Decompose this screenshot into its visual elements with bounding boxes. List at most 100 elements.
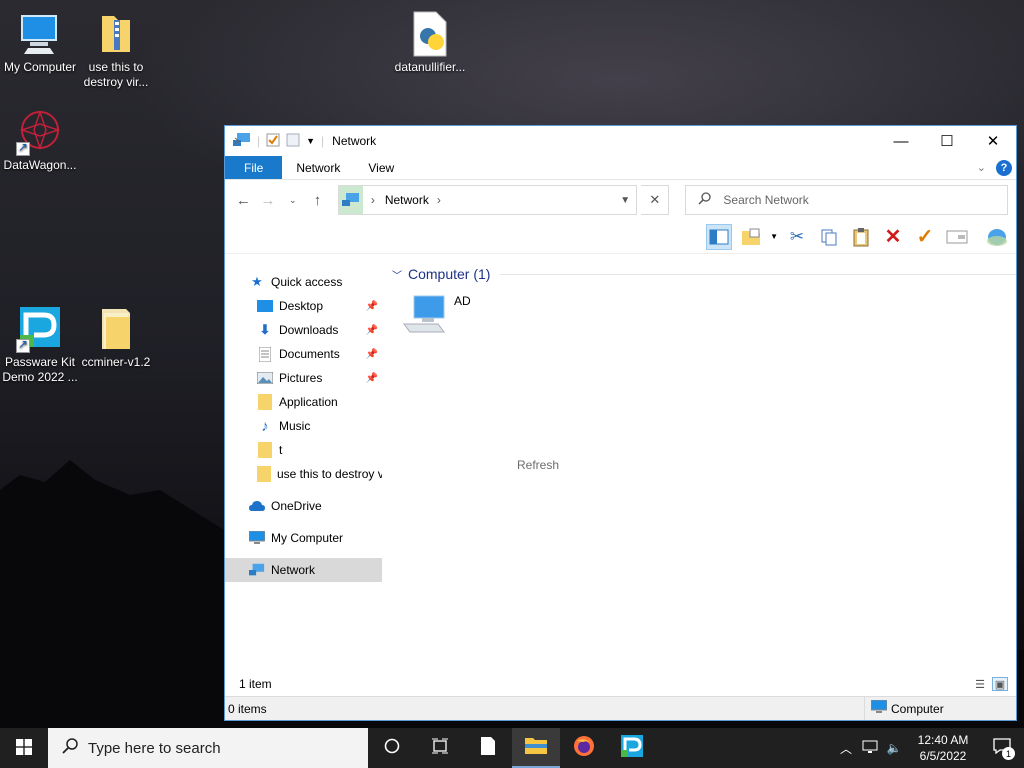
- volume-icon[interactable]: 🔈: [882, 741, 906, 755]
- large-icons-view-icon[interactable]: ▣: [992, 677, 1008, 691]
- toolbar-divider: |: [321, 134, 325, 148]
- system-tray: ︿ 🔈 12:40 AM 6/5/2022 1: [834, 728, 1024, 768]
- desktop-icon-datawagon[interactable]: DataWagon...: [0, 108, 80, 173]
- copy-icon[interactable]: [816, 224, 842, 250]
- monitor-icon: [870, 699, 888, 717]
- action-center-button[interactable]: 1: [980, 728, 1024, 768]
- desktop-icon-datanullifier[interactable]: datanullifier...: [390, 10, 470, 75]
- network-status-icon[interactable]: [858, 740, 882, 757]
- nav-my-computer[interactable]: My Computer: [225, 526, 382, 550]
- clear-address-close-icon[interactable]: ✕: [641, 185, 670, 215]
- folder-icon: [92, 305, 140, 353]
- desktop-icon-label: My Computer: [3, 60, 77, 74]
- pin-icon[interactable]: 📌: [366, 349, 378, 360]
- show-hidden-icons-chevron-icon[interactable]: ︿: [834, 740, 858, 757]
- back-arrow-icon[interactable]: ←: [233, 192, 254, 209]
- desktop-icon-label: Passware Kit Demo 2022 ...: [2, 355, 78, 384]
- network-icon: [249, 562, 265, 578]
- nav-onedrive[interactable]: OneDrive: [225, 494, 382, 518]
- nav-item-downloads[interactable]: ⬇ Downloads 📌: [225, 318, 382, 342]
- title-bar[interactable]: | ▼ | Network — ☐ ✕: [225, 126, 1016, 156]
- desktop-icon-my-computer[interactable]: My Computer: [0, 10, 80, 75]
- help-icon[interactable]: ?: [996, 159, 1012, 176]
- forward-arrow-icon[interactable]: →: [258, 192, 279, 209]
- taskbar-file-explorer-button[interactable]: [512, 728, 560, 768]
- new-folder-icon[interactable]: [286, 133, 300, 150]
- desktop-icon-passware[interactable]: Passware Kit Demo 2022 ...: [0, 305, 80, 385]
- toolbar-divider: |: [257, 134, 261, 148]
- dropdown-chevron-icon[interactable]: ▼: [770, 232, 778, 241]
- nav-quick-access[interactable]: ★ Quick access: [225, 270, 382, 294]
- chevron-down-icon[interactable]: ﹀: [392, 267, 402, 282]
- navigation-pane-icon[interactable]: [706, 223, 733, 250]
- refresh-text: Refresh: [517, 458, 560, 472]
- paste-icon[interactable]: [848, 224, 874, 250]
- customize-chevron-down-icon[interactable]: ▼: [306, 136, 315, 146]
- close-button[interactable]: ✕: [970, 126, 1016, 156]
- desktop-icon-use-this-to-destroy[interactable]: use this to destroy vir...: [76, 10, 156, 90]
- blank-document-icon: [481, 736, 495, 760]
- selected-items-count: 0 items: [228, 701, 267, 716]
- cortana-button[interactable]: [368, 728, 416, 768]
- nav-item-documents[interactable]: Documents 📌: [225, 342, 382, 366]
- download-arrow-icon: ⬇: [259, 322, 271, 337]
- recent-locations-chevron-icon[interactable]: ⌄: [282, 195, 303, 206]
- properties-folder-icon[interactable]: [738, 224, 764, 250]
- datawagon-icon: [16, 108, 64, 156]
- computer-icon: [402, 294, 448, 339]
- taskbar-search-box[interactable]: Type here to search: [48, 728, 368, 768]
- group-header[interactable]: ﹀ Computer (1): [392, 266, 1016, 282]
- cut-icon[interactable]: ✂: [784, 224, 810, 250]
- tab-view[interactable]: View: [354, 156, 408, 179]
- nav-item-use-this-to-destroy[interactable]: use this to destroy v: [225, 462, 382, 486]
- nav-item-music[interactable]: ♪ Music: [225, 414, 382, 438]
- task-view-button[interactable]: [416, 728, 464, 768]
- clock[interactable]: 12:40 AM 6/5/2022: [906, 732, 980, 764]
- folder-icon: [257, 442, 273, 458]
- desktop-icon-label: ccminer-v1.2: [81, 355, 151, 369]
- rename-icon[interactable]: [944, 224, 970, 250]
- document-icon: [257, 346, 273, 362]
- nav-item-t[interactable]: t: [225, 438, 382, 462]
- search-box[interactable]: [685, 185, 1009, 215]
- nav-item-desktop[interactable]: Desktop 📌: [225, 294, 382, 318]
- tab-network[interactable]: Network: [282, 156, 354, 179]
- desktop-icon-label: use this to destroy vir...: [83, 60, 149, 89]
- breadcrumb-network[interactable]: Network: [385, 193, 429, 207]
- desktop-icon-label: DataWagon...: [3, 158, 77, 172]
- address-dropdown-chevron-icon[interactable]: ▼: [620, 195, 630, 206]
- start-button[interactable]: [0, 728, 48, 768]
- details-view-icon[interactable]: ☰: [972, 677, 988, 691]
- python-file-icon: [406, 10, 454, 58]
- properties-icon[interactable]: [266, 133, 280, 150]
- delete-x-icon[interactable]: ✕: [880, 224, 906, 250]
- expand-ribbon-chevron-icon[interactable]: ⌄: [977, 161, 986, 174]
- address-bar[interactable]: › Network › ▼: [337, 185, 638, 215]
- pin-icon[interactable]: 📌: [366, 301, 378, 312]
- item-count: 1 item: [239, 677, 272, 691]
- taskbar-passware-button[interactable]: [608, 728, 656, 768]
- breadcrumb-separator[interactable]: ›: [437, 193, 441, 207]
- search-icon: [62, 737, 78, 759]
- clock-time: 12:40 AM: [917, 733, 969, 747]
- taskbar-notepad-button[interactable]: [464, 728, 512, 768]
- passware-icon: [16, 305, 64, 353]
- maximize-button[interactable]: ☐: [924, 126, 970, 156]
- nav-item-application[interactable]: Application: [225, 390, 382, 414]
- list-item[interactable]: AD: [402, 294, 471, 339]
- search-input[interactable]: [723, 193, 1004, 207]
- breadcrumb-separator[interactable]: ›: [371, 193, 375, 207]
- minimize-button[interactable]: —: [878, 126, 924, 156]
- up-arrow-icon[interactable]: ↑: [307, 192, 328, 209]
- taskbar-firefox-button[interactable]: [560, 728, 608, 768]
- network-globe-icon[interactable]: [984, 224, 1010, 250]
- pin-icon[interactable]: 📌: [366, 373, 378, 384]
- monitor-icon: [249, 530, 265, 546]
- status-bar: 1 item ☰ ▣: [225, 672, 1016, 696]
- nav-network[interactable]: Network: [225, 558, 382, 582]
- pin-icon[interactable]: 📌: [366, 325, 378, 336]
- nav-item-pictures[interactable]: Pictures 📌: [225, 366, 382, 390]
- tab-file[interactable]: File: [225, 156, 283, 179]
- desktop-icon-ccminer[interactable]: ccminer-v1.2: [76, 305, 156, 370]
- checkmark-icon[interactable]: ✓: [912, 224, 938, 250]
